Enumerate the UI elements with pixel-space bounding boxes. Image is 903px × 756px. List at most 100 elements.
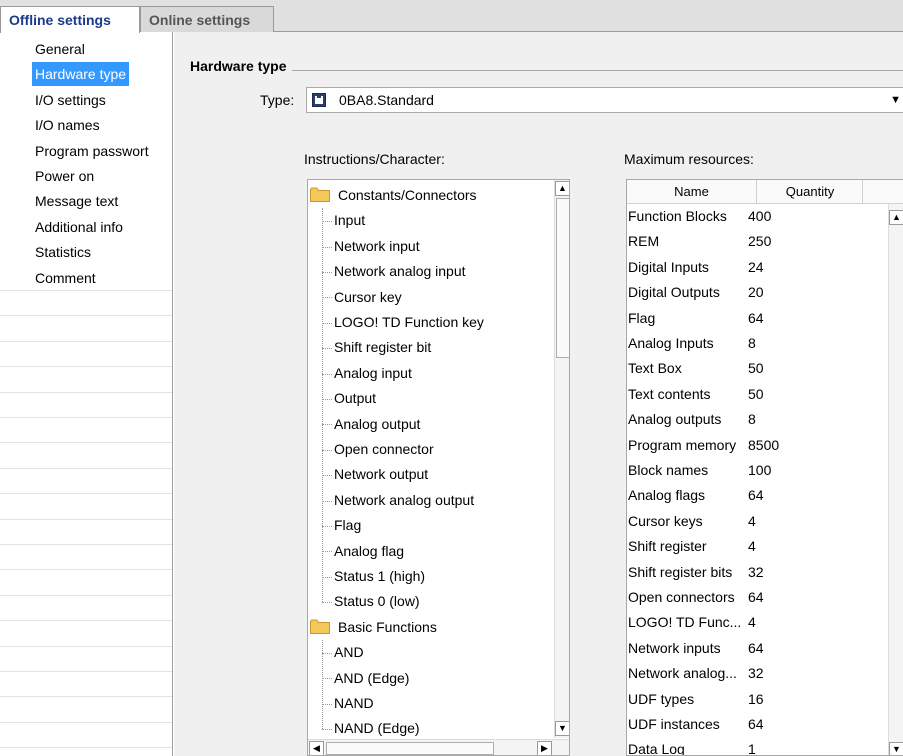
- resource-name: Function Blocks: [628, 208, 727, 224]
- table-row[interactable]: Analog flags 64: [627, 483, 887, 508]
- tree-item[interactable]: LOGO! TD Function key: [322, 310, 484, 335]
- column-header-name[interactable]: Name: [627, 180, 757, 204]
- tree-connector: [322, 551, 332, 553]
- section-title: Hardware type: [190, 58, 293, 74]
- tree-item[interactable]: AND: [322, 640, 364, 665]
- table-row[interactable]: Function Blocks 400: [627, 204, 887, 229]
- tab-online-settings[interactable]: Online settings: [140, 6, 274, 32]
- resource-quantity: 20: [748, 284, 764, 301]
- resource-name: Text contents: [628, 385, 711, 402]
- tab-offline-settings[interactable]: Offline settings: [0, 6, 140, 33]
- tree-item[interactable]: Network input: [322, 234, 420, 259]
- table-row[interactable]: Open connectors 64: [627, 585, 887, 610]
- scroll-down-arrow-icon[interactable]: ▼: [555, 721, 569, 736]
- scroll-up-arrow-icon[interactable]: ▲: [555, 181, 569, 196]
- table-row[interactable]: Shift register 4: [627, 534, 887, 559]
- tree-item[interactable]: Analog input: [322, 361, 412, 386]
- tree-folder[interactable]: Basic Functions: [310, 615, 437, 640]
- table-row[interactable]: Text Box 50: [627, 356, 887, 381]
- sidebar-row-divider: [0, 645, 172, 647]
- folder-icon: [310, 187, 330, 203]
- sidebar-row-divider: [0, 340, 172, 342]
- sidebar-item-io-names[interactable]: I/O names: [32, 113, 103, 137]
- resources-vertical-scrollbar[interactable]: ▲ ▼: [888, 204, 903, 755]
- tree-item[interactable]: Analog output: [322, 412, 420, 437]
- scroll-left-arrow-icon[interactable]: ◀: [309, 741, 324, 755]
- tree-item-label: AND (Edge): [334, 669, 410, 686]
- sidebar-item-program-password[interactable]: Program passwort: [32, 139, 152, 163]
- sidebar-item-comment[interactable]: Comment: [32, 266, 99, 290]
- sidebar-item-additional-info[interactable]: Additional info: [32, 215, 126, 239]
- tree-item-label: LOGO! TD Function key: [334, 314, 484, 330]
- tree-connector: [322, 475, 332, 477]
- sidebar-item-general[interactable]: General: [32, 37, 88, 61]
- tree-item[interactable]: Open connector: [322, 437, 434, 462]
- table-row[interactable]: LOGO! TD Func... 4: [627, 610, 887, 635]
- tree-item[interactable]: NAND (Edge): [322, 716, 420, 741]
- tree-scroll-thumb[interactable]: [556, 198, 569, 358]
- settings-tab-bar: Offline settings Online settings: [0, 0, 903, 33]
- resource-quantity: 64: [748, 716, 764, 732]
- sidebar-row-divider: [0, 493, 172, 495]
- sidebar-item-message-text[interactable]: Message text: [32, 189, 121, 213]
- table-row[interactable]: Program memory 8500: [627, 433, 887, 458]
- resource-quantity: 250: [748, 233, 772, 250]
- scroll-down-arrow-icon[interactable]: ▼: [889, 742, 903, 755]
- tree-item[interactable]: Analog flag: [322, 539, 404, 564]
- sidebar-item-hardware-type[interactable]: Hardware type: [32, 62, 130, 87]
- tree-item[interactable]: NAND: [322, 691, 374, 716]
- resource-name: Digital Inputs: [628, 258, 709, 275]
- tree-item[interactable]: Flag: [322, 513, 361, 538]
- tree-item[interactable]: AND (Edge): [322, 666, 409, 691]
- table-row[interactable]: Data Log 1: [627, 737, 887, 756]
- table-row[interactable]: Block names 100: [627, 458, 887, 483]
- tree-item[interactable]: Status 1 (high): [322, 564, 425, 589]
- tree-item[interactable]: Network analog input: [322, 259, 466, 284]
- resource-name: UDF types: [628, 690, 695, 707]
- sidebar-item-statistics[interactable]: Statistics: [32, 240, 94, 264]
- tree-folder[interactable]: Constants/Connectors: [310, 183, 477, 208]
- resource-quantity: 24: [748, 258, 764, 275]
- table-row[interactable]: Shift register bits 32: [627, 560, 887, 585]
- instructions-tree[interactable]: ▲ ▼ ◀ ▶ Constants/Connectors Input Network…: [307, 179, 570, 756]
- resource-quantity: 1: [748, 741, 756, 756]
- scroll-up-arrow-icon[interactable]: ▲: [889, 210, 903, 225]
- tree-hscroll-thumb[interactable]: [326, 742, 494, 755]
- tree-connector: [322, 221, 332, 223]
- sidebar-row-divider: [0, 620, 172, 622]
- tree-item[interactable]: Network analog output: [322, 488, 474, 513]
- table-row[interactable]: UDF instances 64: [627, 712, 887, 737]
- tree-item[interactable]: Output: [322, 386, 376, 411]
- tree-connector: [322, 602, 332, 604]
- table-row[interactable]: REM 250: [627, 229, 887, 254]
- tree-vertical-scrollbar[interactable]: ▲ ▼: [554, 180, 569, 738]
- table-row[interactable]: Cursor keys 4: [627, 509, 887, 534]
- table-row[interactable]: Text contents 50: [627, 382, 887, 407]
- table-row[interactable]: Flag 64: [627, 306, 887, 331]
- sidebar-row-divider: [0, 544, 172, 545]
- sidebar-item-io-settings[interactable]: I/O settings: [32, 88, 109, 112]
- table-row[interactable]: Digital Outputs 20: [627, 280, 887, 305]
- tree-item[interactable]: Shift register bit: [322, 335, 431, 360]
- tree-connector: [322, 398, 332, 400]
- tree-item[interactable]: Input: [322, 208, 365, 233]
- table-row[interactable]: UDF types 16: [627, 687, 887, 712]
- instructions-label: Instructions/Character:: [304, 151, 445, 167]
- sidebar-item-power-on[interactable]: Power on: [32, 164, 97, 188]
- hardware-type-dropdown[interactable]: 0BA8.Standard ▼: [306, 87, 903, 113]
- table-row[interactable]: Network analog... 32: [627, 661, 887, 686]
- table-row[interactable]: Analog Inputs 8: [627, 331, 887, 356]
- resource-name: Block names: [628, 462, 709, 478]
- tree-item[interactable]: Cursor key: [322, 285, 402, 310]
- chevron-down-icon[interactable]: ▼: [890, 94, 901, 106]
- tree-connector: [322, 678, 332, 680]
- table-row[interactable]: Network inputs 64: [627, 636, 887, 661]
- tree-item[interactable]: Network output: [322, 462, 428, 487]
- scroll-right-arrow-icon[interactable]: ▶: [537, 741, 552, 755]
- plc-chip-icon: [312, 93, 326, 107]
- table-row[interactable]: Analog outputs 8: [627, 407, 887, 432]
- tree-item[interactable]: Status 0 (low): [322, 589, 420, 614]
- tree-item-label: NAND (Edge): [334, 720, 420, 737]
- table-row[interactable]: Digital Inputs 24: [627, 255, 887, 280]
- column-header-quantity[interactable]: Quantity: [758, 180, 863, 204]
